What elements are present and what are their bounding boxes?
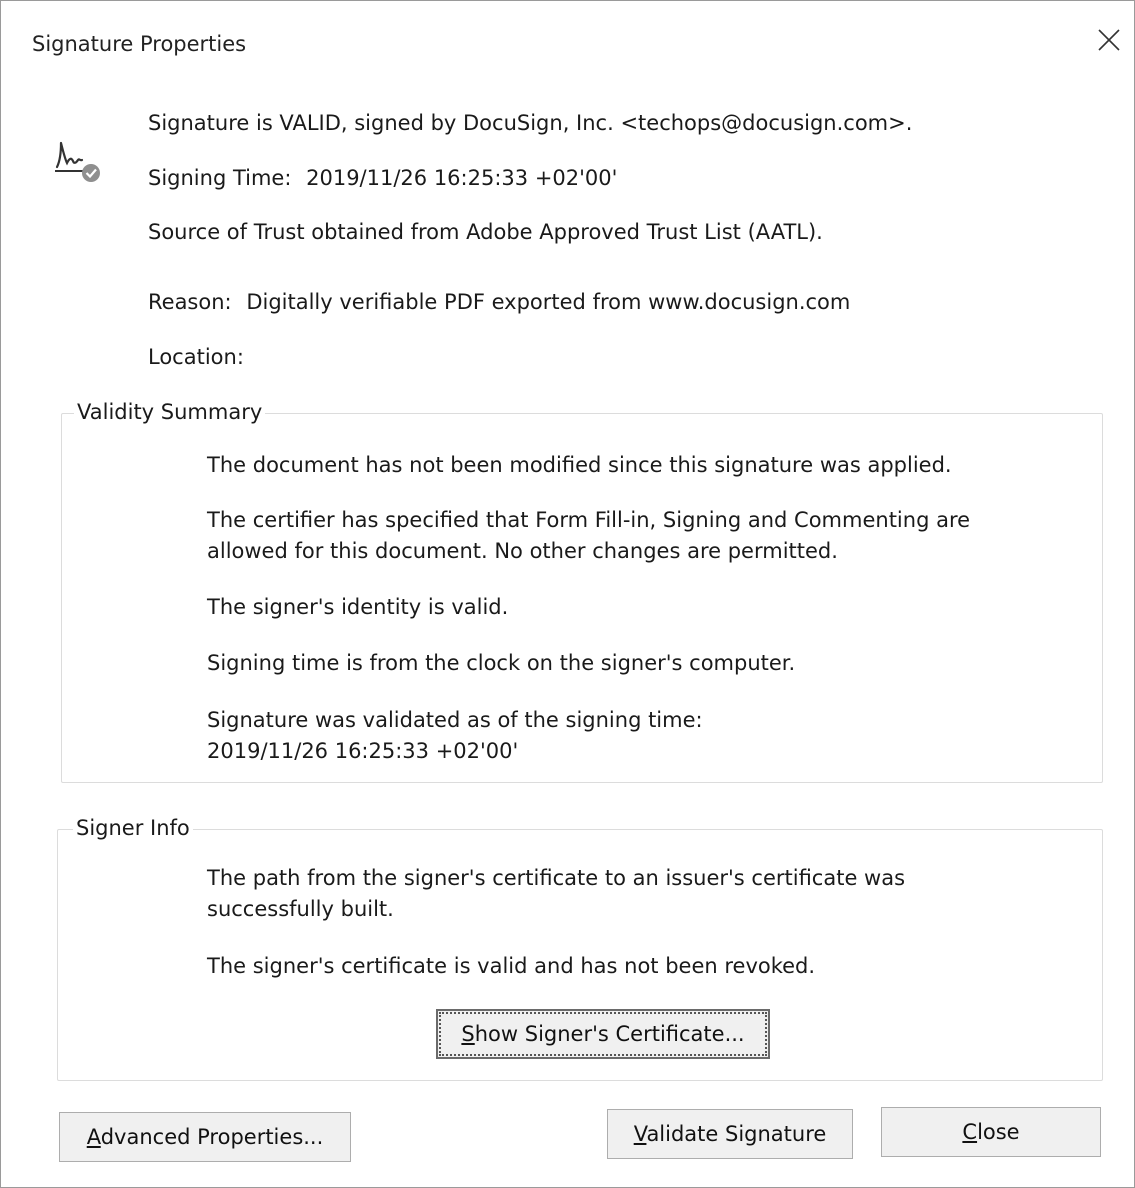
signing-time-value: 2019/11/26 16:25:33 +02'00': [306, 166, 618, 190]
close-mnemonic: C: [962, 1120, 978, 1144]
validity-summary-label: Validity Summary: [74, 400, 266, 424]
close-label-rest: lose: [977, 1120, 1020, 1144]
validity-item-validated-time: 2019/11/26 16:25:33 +02'00': [207, 739, 519, 763]
signature-status: Signature is VALID, signed by DocuSign, …: [148, 111, 913, 135]
signing-time-label: Signing Time:: [148, 166, 292, 190]
advanced-properties-button[interactable]: Advanced Properties...: [59, 1112, 351, 1162]
title-bar: Signature Properties: [1, 1, 1134, 81]
close-label: Close: [962, 1120, 1019, 1144]
reason-value: Digitally verifiable PDF exported from w…: [246, 290, 851, 314]
trust-source: Source of Trust obtained from Adobe Appr…: [148, 220, 823, 244]
show-cert-label-rest: how Signer's Certificate...: [474, 1022, 745, 1046]
signature-properties-dialog: Signature Properties Signature is VALID,…: [0, 0, 1135, 1188]
show-cert-label: Show Signer's Certificate...: [461, 1022, 744, 1046]
signing-time-row: Signing Time: 2019/11/26 16:25:33 +02'00…: [148, 166, 617, 190]
validity-item-validated-as-of: Signature was validated as of the signin…: [207, 708, 703, 732]
reason-label: Reason:: [148, 290, 232, 314]
signer-info-path-built: The path from the signer's certificate t…: [207, 866, 906, 921]
validity-item-signing-clock: Signing time is from the clock on the si…: [207, 651, 796, 675]
validate-label-rest: alidate Signature: [646, 1122, 827, 1146]
signature-validated-icon: [53, 133, 107, 185]
close-icon[interactable]: [1092, 23, 1126, 57]
validate-label: Validate Signature: [634, 1122, 827, 1146]
reason-row: Reason: Digitally verifiable PDF exporte…: [148, 290, 850, 314]
validity-item-not-modified: The document has not been modified since…: [207, 453, 952, 477]
location-row: Location:: [148, 345, 252, 369]
signer-info-label: Signer Info: [73, 816, 193, 840]
validate-mnemonic: V: [633, 1122, 647, 1146]
validity-item-certifier: The certifier has specified that Form Fi…: [207, 508, 971, 563]
advanced-label: Advanced Properties...: [87, 1125, 324, 1149]
location-label: Location:: [148, 345, 244, 369]
window-title: Signature Properties: [32, 32, 247, 56]
show-signers-certificate-button[interactable]: Show Signer's Certificate...: [436, 1009, 770, 1059]
advanced-label-rest: dvanced Properties...: [100, 1125, 324, 1149]
show-cert-mnemonic: S: [461, 1022, 475, 1046]
validity-item-identity: The signer's identity is valid.: [207, 595, 509, 619]
validate-signature-button[interactable]: Validate Signature: [607, 1109, 853, 1159]
close-button[interactable]: Close: [881, 1107, 1101, 1157]
advanced-mnemonic: A: [86, 1125, 101, 1149]
signer-info-cert-valid: The signer's certificate is valid and ha…: [207, 954, 816, 978]
